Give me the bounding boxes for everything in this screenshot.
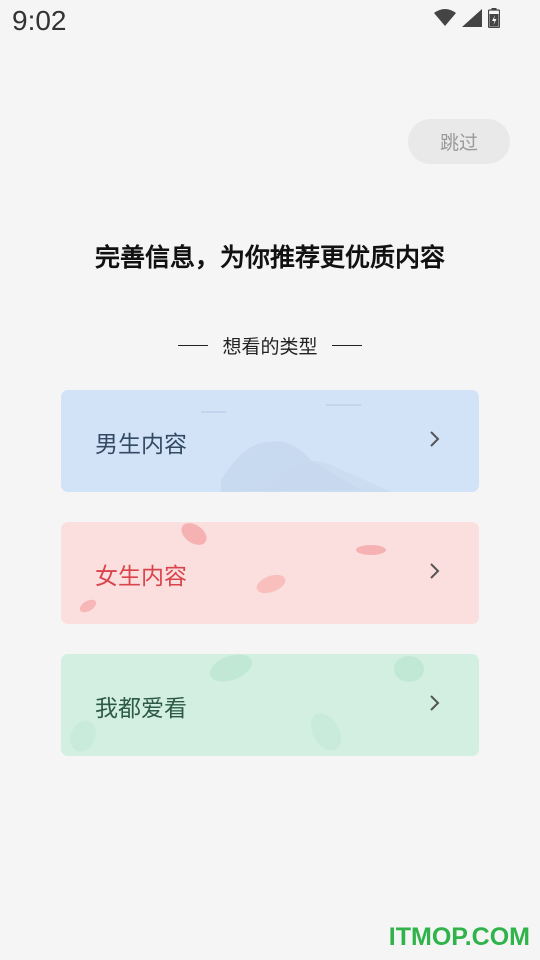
option-card-male[interactable]: 男生内容 xyxy=(61,390,479,492)
battery-icon xyxy=(488,8,500,28)
signal-icon xyxy=(462,9,482,27)
chevron-right-icon xyxy=(430,563,440,579)
divider-left xyxy=(178,345,209,346)
option-card-female[interactable]: 女生内容 xyxy=(61,522,479,624)
status-bar: 9:02 xyxy=(0,0,540,48)
option-label: 女生内容 xyxy=(95,564,187,590)
wifi-icon xyxy=(434,9,456,26)
section-title: 想看的类型 xyxy=(0,332,540,359)
status-icons xyxy=(434,8,500,28)
option-label: 男生内容 xyxy=(95,432,187,458)
chevron-right-icon xyxy=(430,695,440,711)
option-label: 我都爱看 xyxy=(95,696,187,722)
status-time: 9:02 xyxy=(12,5,67,36)
option-card-both[interactable]: 我都爱看 xyxy=(61,654,479,756)
section-title-text: 想看的类型 xyxy=(222,336,318,358)
watermark-logo: ITMOP.COM xyxy=(388,923,530,951)
divider-right xyxy=(331,345,362,346)
page-title: 完善信息，为你推荐更优质内容 xyxy=(94,243,445,272)
chevron-right-icon xyxy=(430,431,440,447)
skip-button[interactable]: 跳过 xyxy=(408,119,510,164)
